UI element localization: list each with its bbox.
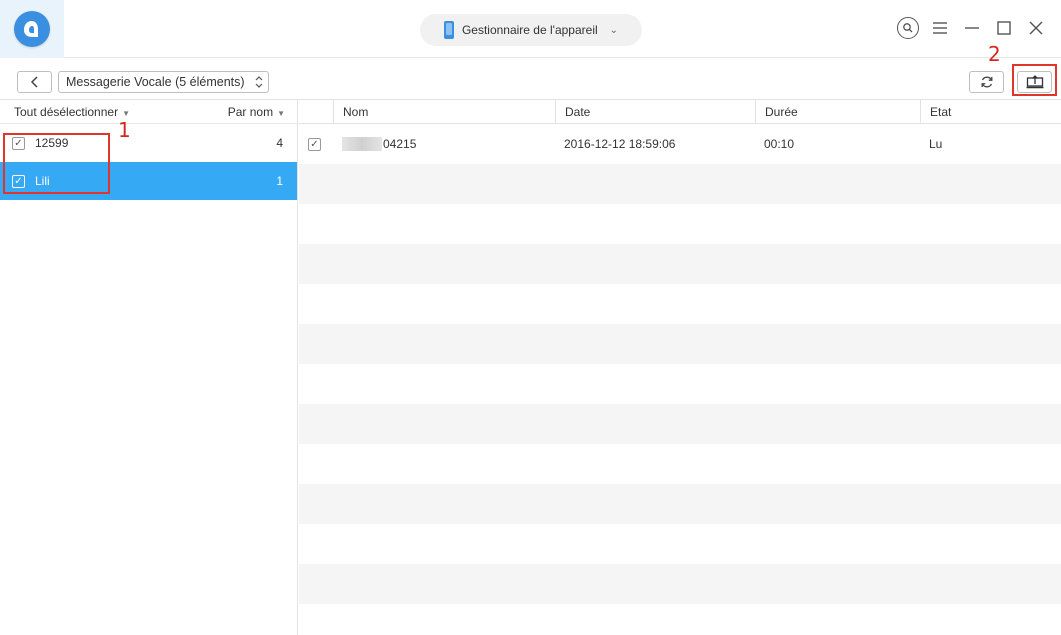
search-circle-icon[interactable] [897,17,919,39]
empty-row [299,404,1061,444]
empty-row [299,524,1061,564]
caret-down-icon: ▼ [122,108,130,118]
row-checkbox[interactable]: ✓ [308,137,321,151]
contact-name: Lili [35,174,50,188]
table-body: ✓ 04215 2016-12-12 18:59:06 00:10 Lu [299,124,1061,635]
refresh-button[interactable] [969,71,1004,93]
empty-row [299,324,1061,364]
contact-name: 12599 [35,136,69,150]
window-controls [897,17,1047,39]
annotation-marker-1: 1 [118,118,131,142]
export-to-computer-button[interactable] [1017,71,1052,93]
refresh-icon [981,76,992,88]
phone-icon [443,21,454,39]
cell-duration: 00:10 [764,137,795,151]
sort-by-name-toggle[interactable]: Par nom ▼ [228,105,285,119]
airmore-logo-icon [14,11,50,47]
deselect-all-label: Tout désélectionner [14,104,119,119]
contact-count: 1 [276,174,283,188]
column-header-state[interactable]: Etat [920,100,1061,124]
logo-area [0,0,64,58]
device-manager-dropdown[interactable]: Gestionnaire de l'appareil ⌄ [420,14,642,46]
column-header-name[interactable]: Nom [333,100,555,124]
cell-state: Lu [929,137,943,151]
empty-row [299,604,1061,635]
deselect-all-toggle[interactable]: Tout désélectionner ▼ [14,105,130,119]
category-select-value: Messagerie Vocale (5 éléments) [66,75,245,89]
updown-arrows-icon [255,74,263,91]
header-checkbox-cell [299,100,333,124]
contact-checkbox[interactable]: ✓ [12,136,25,150]
contact-count: 4 [276,136,283,150]
contact-checkbox[interactable]: ✓ [12,174,25,188]
column-header-date[interactable]: Date [555,100,755,124]
empty-row [299,444,1061,484]
toolbar: Messagerie Vocale (5 éléments) [0,58,1061,100]
row-checkbox-cell: ✓ [299,124,333,164]
column-header-duration[interactable]: Durée [755,100,920,124]
empty-row [299,204,1061,244]
chevron-down-icon: ⌄ [609,24,619,36]
hamburger-menu-icon[interactable] [929,17,951,39]
cell-name: 04215 [333,124,555,164]
maximize-icon[interactable] [993,17,1015,39]
contact-row[interactable]: ✓ 12599 4 [0,124,297,162]
empty-row [299,284,1061,324]
export-to-computer-icon [1026,75,1043,89]
title-bar: Gestionnaire de l'appareil ⌄ [0,0,1061,58]
contacts-panel-header: Tout désélectionner ▼ Par nom ▼ [0,100,297,124]
empty-row [299,484,1061,524]
chevron-left-icon [30,76,38,88]
cell-date: 2016-12-12 18:59:06 [564,137,676,151]
empty-row [299,164,1061,204]
table-row[interactable]: ✓ 04215 2016-12-12 18:59:06 00:10 Lu [299,124,1061,164]
category-select[interactable]: Messagerie Vocale (5 éléments) [58,71,269,93]
table-header: Nom Date Durée Etat [299,100,1061,124]
empty-row [299,244,1061,284]
caret-down-icon: ▼ [277,108,285,118]
voicemail-table: Nom Date Durée Etat ✓ 04215 2016-12-12 1… [299,100,1061,635]
device-manager-label: Gestionnaire de l'appareil [461,23,598,37]
redacted-number [342,137,382,151]
close-icon[interactable] [1025,17,1047,39]
minimize-icon[interactable] [961,17,983,39]
back-button[interactable] [17,71,52,93]
annotation-marker-2: 2 [988,42,1001,66]
empty-row [299,564,1061,604]
contacts-panel: Tout désélectionner ▼ Par nom ▼ ✓ 12599 4 … [0,100,298,635]
sort-label: Par nom [227,104,274,119]
contact-row[interactable]: ✓ Lili 1 [0,162,297,200]
cell-name-text: 04215 [383,137,417,151]
empty-row [299,364,1061,404]
app-window: Gestionnaire de l'appareil ⌄ Messagerie … [0,0,1061,635]
